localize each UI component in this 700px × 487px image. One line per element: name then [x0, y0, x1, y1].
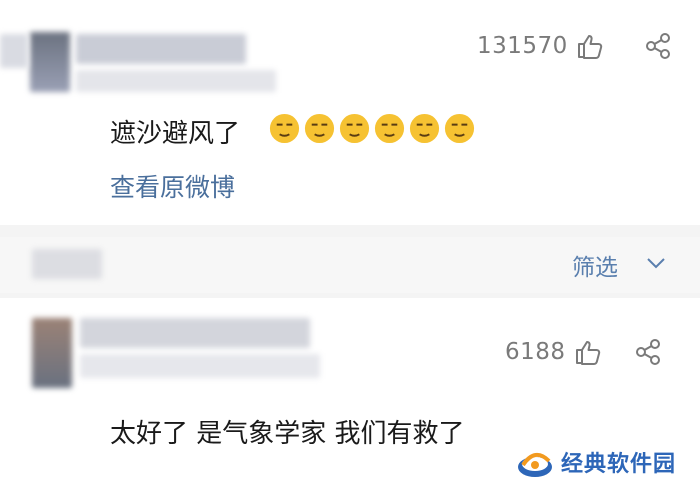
- avatar[interactable]: [30, 32, 70, 92]
- view-original-weibo-link[interactable]: 查看原微博: [110, 168, 235, 204]
- comment-text: 太好了 是气象学家 我们有救了: [110, 419, 465, 449]
- chevron-down-icon[interactable]: [645, 255, 667, 271]
- thumbs-up-icon[interactable]: [574, 338, 602, 366]
- smirk-emoji-icon: [444, 113, 475, 144]
- thumbs-up-icon[interactable]: [576, 32, 604, 60]
- share-icon[interactable]: [634, 338, 664, 366]
- watermark-text: 经典软件园: [561, 452, 677, 477]
- site-logo-icon: [518, 453, 552, 477]
- like-count: 6188: [505, 339, 566, 365]
- user-meta-redacted: [76, 70, 276, 92]
- filter-button[interactable]: 筛选: [572, 248, 618, 282]
- share-icon[interactable]: [644, 32, 674, 60]
- smirk-emoji-icon: [304, 113, 335, 144]
- smirk-emoji-icon: [409, 113, 440, 144]
- emoji-row: [268, 112, 476, 145]
- user-meta-redacted: [80, 354, 320, 378]
- watermark: 经典软件园: [505, 437, 700, 487]
- smirk-emoji-icon: [339, 113, 370, 144]
- smirk-emoji-icon: [269, 113, 300, 144]
- like-count: 131570: [477, 33, 568, 59]
- comment-text: 遮沙避风了: [110, 119, 241, 149]
- comment-actions: 6188: [505, 338, 664, 366]
- username-redacted-left: [0, 34, 28, 68]
- comment-card: 131570 遮沙避风了 查看原微博: [0, 0, 700, 225]
- comment-actions: 131570: [477, 32, 674, 60]
- smirk-emoji-icon: [374, 113, 405, 144]
- username-redacted[interactable]: [76, 34, 246, 64]
- redacted-block: [32, 249, 102, 279]
- avatar[interactable]: [32, 318, 72, 388]
- username-redacted[interactable]: [80, 318, 310, 348]
